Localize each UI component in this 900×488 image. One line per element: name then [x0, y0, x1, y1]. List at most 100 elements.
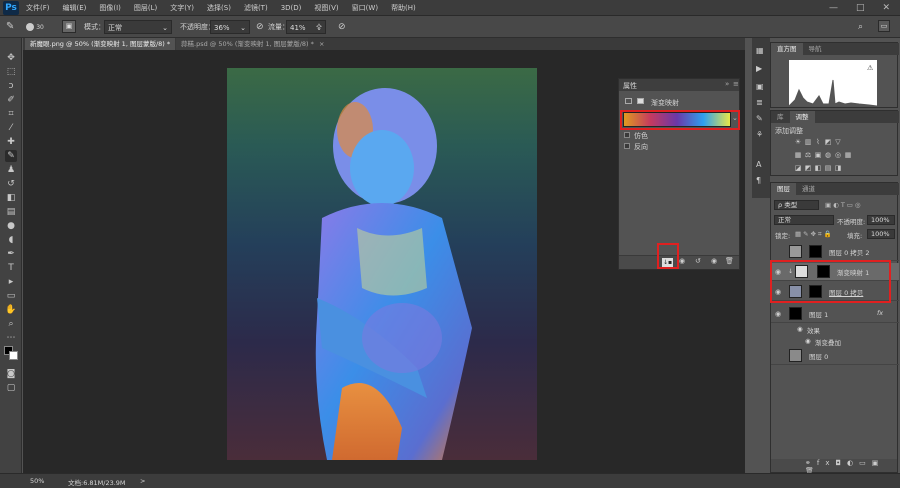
panel-menu-icon[interactable]: ≡: [733, 80, 739, 88]
path-select-icon[interactable]: ▸: [5, 276, 17, 288]
menu-type[interactable]: 文字(Y): [170, 3, 194, 13]
layer-row[interactable]: 图层 0 拷贝 2: [771, 243, 899, 261]
brush-preset-picker[interactable]: 30: [26, 20, 52, 34]
curves-icon[interactable]: ⌇: [813, 138, 823, 146]
close-icon[interactable]: ✕: [882, 3, 890, 13]
balance-icon[interactable]: ⚖: [803, 151, 813, 159]
type-tool-icon[interactable]: T: [5, 262, 17, 274]
pressure-opacity-icon[interactable]: ⊘: [256, 20, 264, 34]
fill-field[interactable]: 100%: [867, 229, 895, 239]
exposure-icon[interactable]: ◩: [823, 138, 833, 146]
lasso-tool-icon[interactable]: ↄ: [5, 80, 17, 92]
move-tool-icon[interactable]: ✥: [5, 52, 17, 64]
maximize-icon[interactable]: □: [856, 3, 865, 13]
status-menu-arrow[interactable]: >: [140, 477, 145, 485]
menu-image[interactable]: 图像(I): [99, 3, 121, 13]
tab-histogram[interactable]: 直方图: [771, 43, 803, 55]
airbrush-icon[interactable]: ⟡: [316, 20, 322, 34]
workspace-icon[interactable]: ▭: [878, 20, 890, 32]
mode-select[interactable]: 正常 ⌄: [104, 20, 172, 34]
tab-navigator[interactable]: 导航: [803, 43, 828, 55]
tab-close-icon[interactable]: ×: [319, 40, 324, 48]
menu-edit[interactable]: 编辑(E): [63, 3, 87, 13]
zoom-tool-icon[interactable]: ⌕: [5, 318, 17, 330]
menu-help[interactable]: 帮助(H): [391, 3, 416, 13]
brush-panel-icon[interactable]: ▣: [62, 20, 76, 33]
screen-mode-icon[interactable]: ▢: [5, 382, 17, 394]
photo-filter-icon[interactable]: ◍: [823, 151, 833, 159]
eye-icon[interactable]: ◉: [805, 337, 811, 345]
reset-icon[interactable]: ↺: [695, 257, 701, 265]
menu-filter[interactable]: 滤镜(T): [244, 3, 268, 13]
lookup-icon[interactable]: ▦: [843, 151, 853, 159]
menu-select[interactable]: 选择(S): [207, 3, 231, 13]
layer-opacity-field[interactable]: 100%: [867, 215, 895, 225]
brightness-icon[interactable]: ☀: [793, 138, 803, 146]
history-icon[interactable]: ▦: [756, 46, 764, 55]
hand-tool-icon[interactable]: ✋: [5, 304, 17, 316]
shape-tool-icon[interactable]: ▭: [5, 290, 17, 302]
menu-file[interactable]: 文件(F): [26, 3, 50, 13]
properties-icon[interactable]: ▣: [756, 82, 764, 91]
play-icon[interactable]: ▶: [756, 64, 762, 73]
tab-libraries[interactable]: 库: [771, 111, 790, 123]
gradient-map-icon[interactable]: ▤: [823, 164, 833, 172]
eyedropper-tool-icon[interactable]: ⁄: [5, 122, 17, 134]
minimize-icon[interactable]: —: [829, 3, 838, 13]
tab-adjustments[interactable]: 调整: [789, 111, 815, 123]
menu-view[interactable]: 视图(V): [314, 3, 338, 13]
layer-filter-select[interactable]: ρ 类型: [774, 200, 819, 210]
invert-icon[interactable]: ◪: [793, 164, 803, 172]
adjust-icon[interactable]: ≣: [756, 98, 763, 107]
quick-mask-icon[interactable]: ◙: [5, 368, 17, 380]
threshold-icon[interactable]: ◧: [813, 164, 823, 172]
clone-source-icon[interactable]: ⚘: [756, 130, 763, 139]
tab-channels[interactable]: 通道: [796, 183, 821, 195]
vibrance-icon[interactable]: ▽: [833, 138, 843, 146]
healing-brush-icon[interactable]: ✚: [5, 136, 17, 148]
brush-tool-icon[interactable]: ✎: [5, 150, 17, 162]
effect-gradient-overlay[interactable]: ◉ 渐变叠加: [771, 335, 899, 347]
layer-row[interactable]: ◉ 图层 1 fx: [771, 305, 899, 323]
tab-layers[interactable]: 图层: [771, 183, 796, 195]
dither-checkbox[interactable]: [624, 132, 630, 138]
effects-row[interactable]: ◉ 效果: [771, 323, 899, 335]
eye-icon[interactable]: ◉: [775, 310, 783, 318]
collapse-icon[interactable]: »: [725, 80, 729, 88]
mixer-icon[interactable]: ◎: [833, 151, 843, 159]
levels-icon[interactable]: ▥: [803, 138, 813, 146]
selective-color-icon[interactable]: ◨: [833, 164, 843, 172]
eye-icon[interactable]: ◉: [797, 325, 803, 333]
more-tools-icon[interactable]: ⋯: [5, 332, 17, 344]
clone-stamp-icon[interactable]: ♟: [5, 164, 17, 176]
opacity-field[interactable]: 36% ⌄: [210, 20, 250, 34]
blend-mode-select[interactable]: 正常: [774, 215, 834, 225]
brush-icon[interactable]: ✎: [756, 114, 763, 123]
pressure-size-icon[interactable]: ⊘: [338, 20, 346, 34]
fx-badge[interactable]: fx: [877, 309, 883, 317]
eraser-tool-icon[interactable]: ◧: [5, 192, 17, 204]
gradient-tool-icon[interactable]: ▤: [5, 206, 17, 218]
quick-select-tool-icon[interactable]: ✐: [5, 94, 17, 106]
background-color-swatch[interactable]: [9, 351, 18, 360]
layers-footer-icons[interactable]: ⚭fx◘◐▭▣🗑: [771, 459, 897, 475]
menu-window[interactable]: 窗口(W): [352, 3, 378, 13]
history-brush-icon[interactable]: ↺: [5, 178, 17, 190]
trash-icon[interactable]: 🗑: [725, 257, 734, 265]
visibility-icon[interactable]: ◉: [711, 257, 717, 265]
dodge-tool-icon[interactable]: ◖: [5, 234, 17, 246]
search-icon[interactable]: ⌕: [858, 20, 863, 34]
lock-icons[interactable]: ▦✎✥⌗🔒: [795, 230, 834, 239]
brush-tool-icon[interactable]: ✎: [6, 20, 14, 34]
pen-tool-icon[interactable]: ✒: [5, 248, 17, 260]
menu-3d[interactable]: 3D(D): [281, 4, 302, 12]
document-canvas[interactable]: [227, 68, 537, 460]
character-icon[interactable]: A: [756, 160, 761, 169]
crop-tool-icon[interactable]: ⌗: [5, 108, 17, 120]
bw-icon[interactable]: ▣: [813, 151, 823, 159]
view-previous-icon[interactable]: ◉: [679, 257, 685, 265]
menu-layer[interactable]: 图层(L): [134, 3, 157, 13]
layer-row[interactable]: 图层 0: [771, 347, 899, 365]
filter-icons[interactable]: ▣◐T▭◎: [825, 201, 863, 209]
zoom-level[interactable]: 50%: [30, 477, 44, 485]
